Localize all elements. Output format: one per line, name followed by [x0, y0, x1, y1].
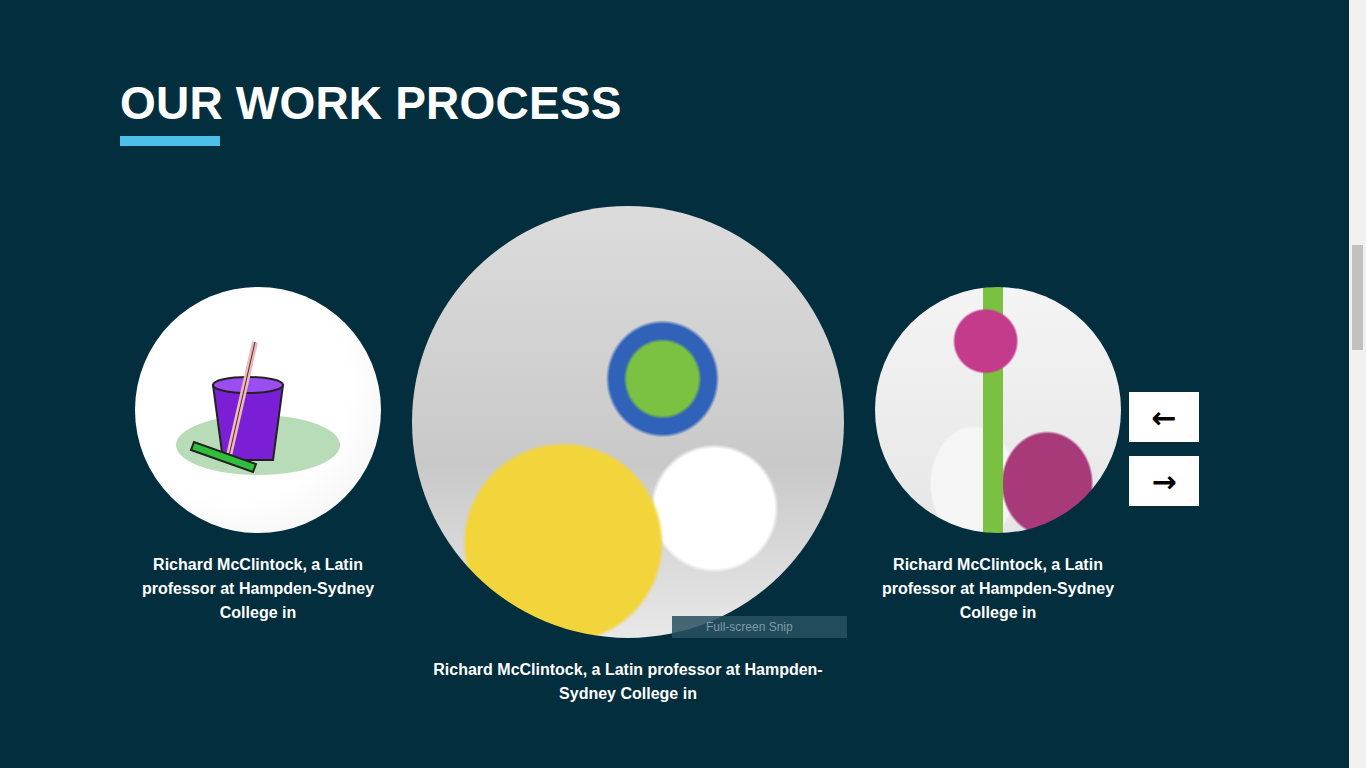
- carousel-controls: ←→: [1129, 392, 1199, 506]
- scrollbar[interactable]: [1349, 0, 1366, 768]
- process-card[interactable]: Richard McClintock, a Latin professor at…: [875, 287, 1121, 625]
- process-card[interactable]: Richard McClintock, a Latin professor at…: [135, 287, 381, 625]
- process-caption: Richard McClintock, a Latin professor at…: [138, 553, 378, 625]
- process-image: [135, 287, 381, 533]
- process-image: [875, 287, 1121, 533]
- section-title: OUR WORK PROCESS: [120, 78, 1349, 128]
- bucket-mop-icon: [173, 340, 343, 480]
- process-caption: Richard McClintock, a Latin professor at…: [878, 553, 1118, 625]
- section-header: OUR WORK PROCESS: [0, 0, 1349, 146]
- prev-button[interactable]: ←: [1129, 392, 1199, 442]
- process-caption: Richard McClintock, a Latin professor at…: [428, 658, 828, 706]
- process-image: [412, 206, 844, 638]
- next-button[interactable]: →: [1129, 456, 1199, 506]
- snip-tooltip: Full-screen Snip: [672, 616, 847, 638]
- scrollbar-thumb[interactable]: [1352, 245, 1363, 350]
- title-underline: [120, 136, 220, 146]
- page: OUR WORK PROCESS Richard McClintock, a La…: [0, 0, 1349, 768]
